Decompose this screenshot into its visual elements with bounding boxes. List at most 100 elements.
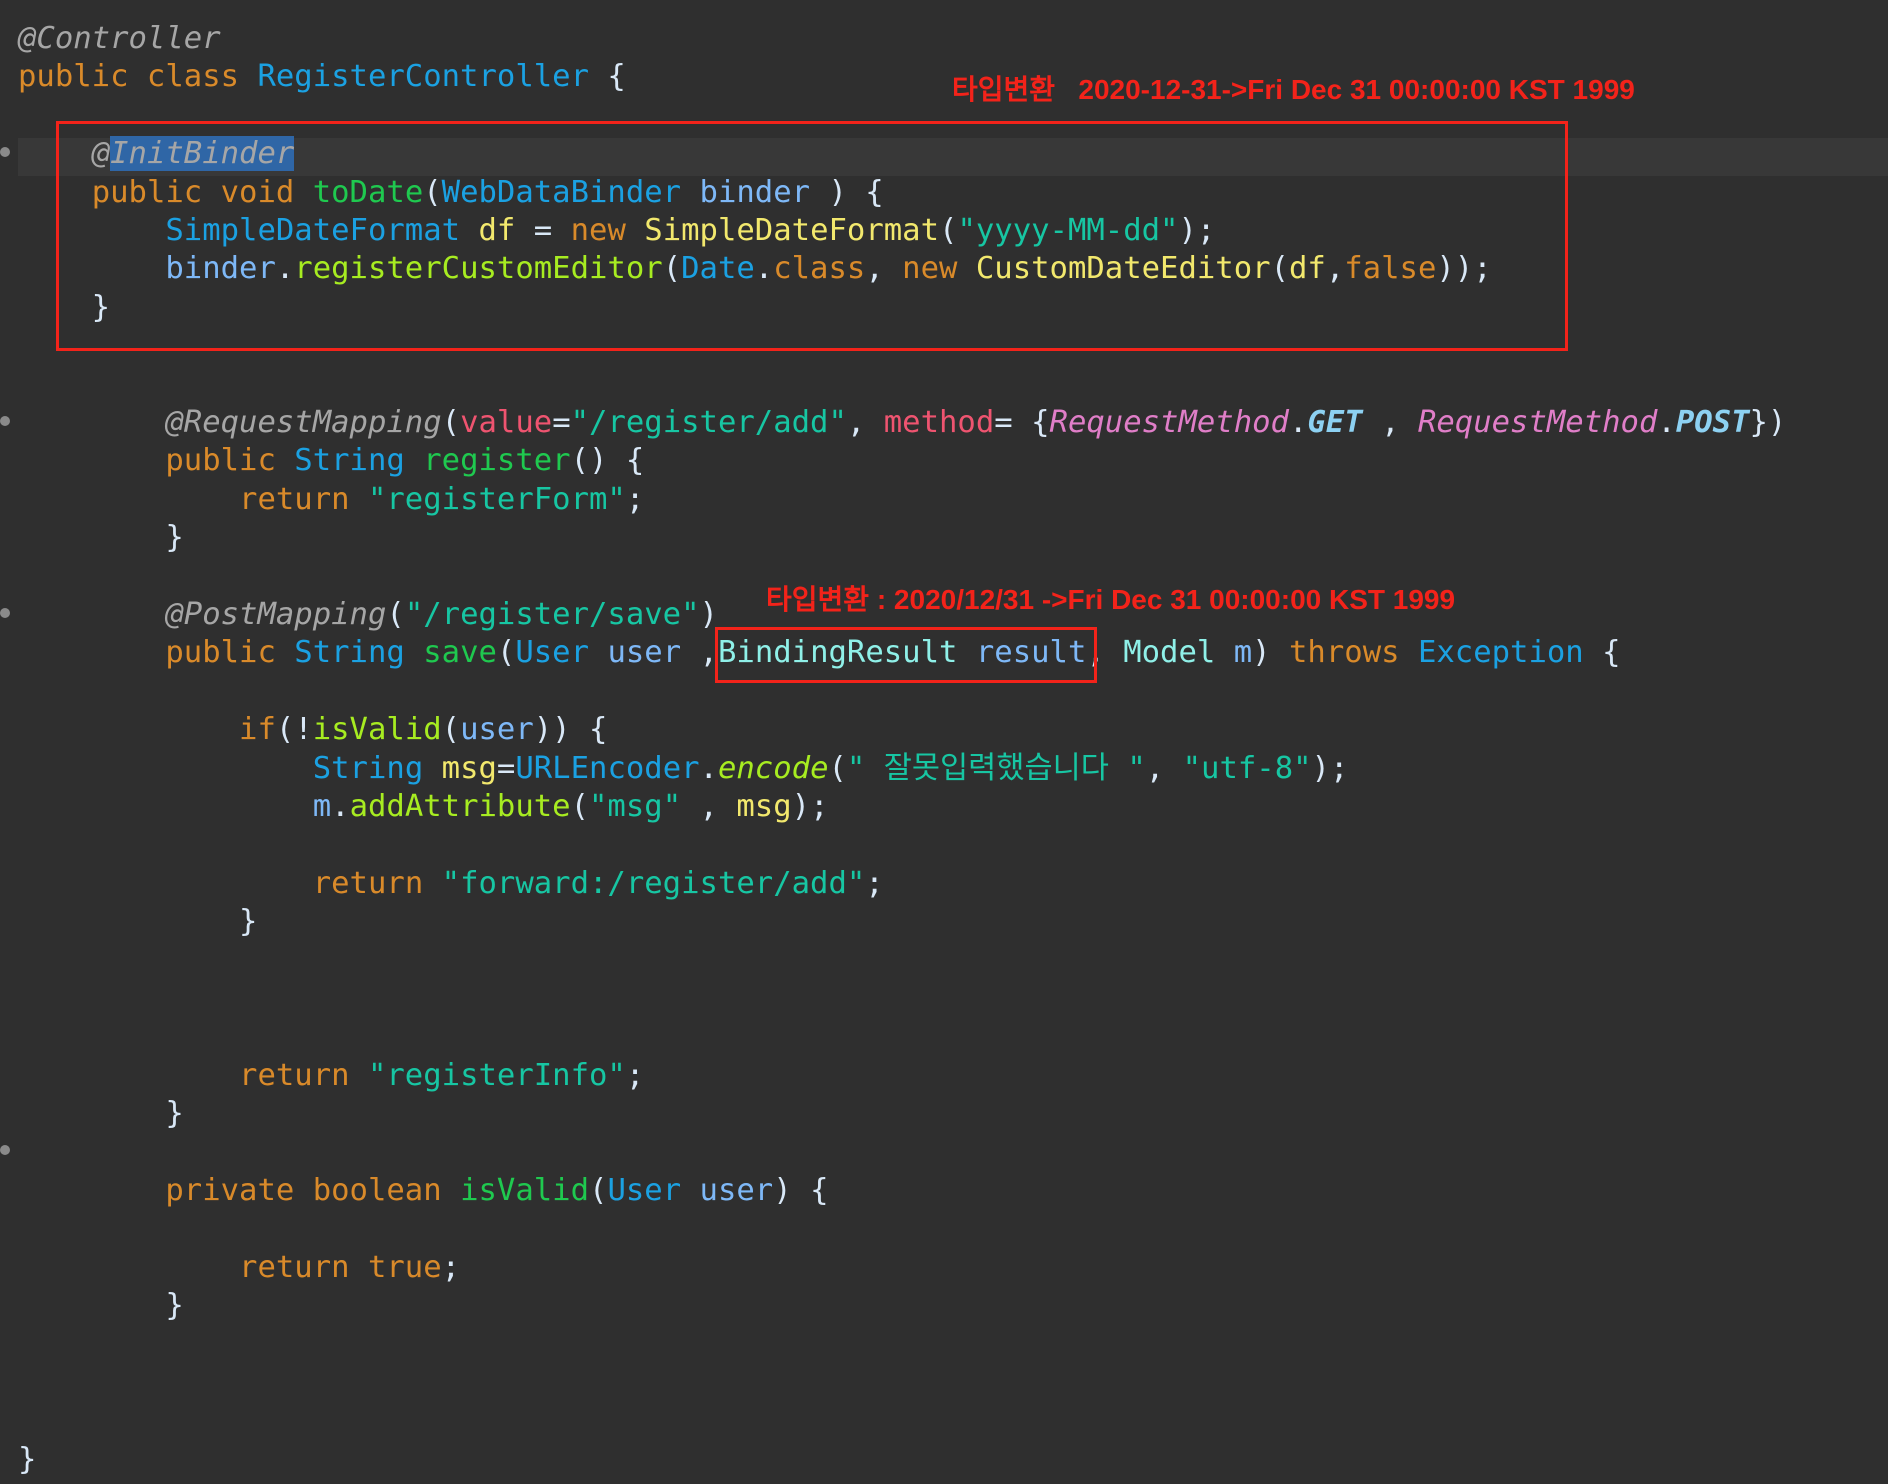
code-line[interactable]: return true; — [18, 1249, 460, 1287]
code-token: User — [515, 635, 590, 671]
code-token: ( — [589, 1173, 608, 1208]
code-token: "registerInfo" — [367, 1057, 626, 1093]
code-token: , — [681, 789, 737, 824]
code-token: User — [607, 1173, 682, 1208]
code-token: RequestMethod — [1417, 405, 1658, 440]
code-line[interactable]: } — [18, 1287, 184, 1325]
code-token: ( — [570, 789, 590, 824]
code-line[interactable]: return "registerInfo"; — [18, 1057, 644, 1095]
code-token: ; — [441, 1249, 461, 1285]
code-token: ( — [441, 712, 461, 748]
code-token: save — [423, 635, 497, 671]
code-token: isValid — [460, 1173, 590, 1208]
code-token: GET — [1307, 405, 1363, 440]
code-editor[interactable]: @Controller public class RegisterControll… — [0, 0, 1888, 1484]
code-token: @PostMapping — [165, 597, 387, 632]
code-token: "registerForm" — [367, 481, 626, 517]
code-line[interactable]: @Controller — [18, 20, 221, 58]
code-token: , — [1145, 750, 1183, 786]
code-token: String — [294, 443, 405, 479]
code-token: ) — [1252, 635, 1290, 671]
code-line[interactable]: return "forward:/register/add"; — [18, 865, 884, 903]
code-token: msg — [441, 750, 497, 786]
code-token: value — [460, 405, 553, 440]
code-token: "msg" — [589, 789, 682, 824]
code-line[interactable]: if(!isValid(user)) { — [18, 711, 607, 749]
code-token: ( — [386, 597, 405, 632]
code-token: . — [331, 789, 350, 824]
code-token: ( — [441, 405, 461, 440]
code-token: , — [846, 405, 884, 440]
code-token: RegisterController — [257, 59, 589, 95]
code-line[interactable]: return "registerForm"; — [18, 481, 644, 519]
code-line[interactable]: } — [18, 1441, 36, 1479]
code-token: "forward:/register/add" — [441, 865, 866, 901]
code-line[interactable]: @PostMapping("/register/save") — [18, 596, 718, 634]
code-token: ( — [496, 635, 516, 671]
code-token: user — [607, 635, 682, 671]
code-token: . — [1288, 405, 1308, 440]
code-token: . — [699, 750, 718, 786]
code-line[interactable]: String msg=URLEncoder.encode(" 잘못입력했습니다 … — [18, 750, 1349, 788]
code-token: msg — [736, 789, 792, 824]
code-token: user — [460, 712, 534, 748]
code-token: } — [18, 1096, 184, 1132]
code-token: encode — [717, 750, 829, 786]
code-token: "utf-8" — [1182, 750, 1312, 786]
code-token: Model — [1123, 635, 1216, 671]
code-line[interactable]: } — [18, 519, 184, 557]
code-token: String — [294, 635, 405, 671]
code-token: , — [1362, 405, 1418, 440]
code-token: return true — [239, 1249, 442, 1285]
annotation-note-1: 타입변환 2020-12-31->Fri Dec 31 00:00:00 KST… — [952, 74, 1635, 105]
code-token: "/register/add" — [570, 405, 847, 440]
fold-marker-icon[interactable] — [0, 147, 10, 157]
annotation-note-2: 타입변환 : 2020/12/31 ->Fri Dec 31 00:00:00 … — [766, 584, 1456, 615]
code-token: @RequestMapping — [165, 405, 442, 440]
code-token: public class — [18, 59, 258, 95]
fold-marker-icon[interactable] — [0, 416, 10, 426]
code-token: Exception — [1417, 635, 1584, 671]
code-token: ); — [1311, 750, 1349, 786]
code-token: "/register/save" — [404, 597, 700, 632]
code-token: if — [239, 712, 276, 748]
code-line[interactable]: public class RegisterController { — [18, 58, 626, 96]
code-token: method — [883, 405, 995, 440]
code-line[interactable]: @RequestMapping(value="/register/add", m… — [18, 404, 1786, 442]
code-token: m — [312, 789, 332, 824]
code-token: } — [18, 1288, 184, 1324]
code-line[interactable]: public String register() { — [18, 442, 644, 480]
code-token: } — [18, 520, 184, 556]
code-token: ; — [625, 1057, 645, 1093]
code-token: (! — [275, 712, 313, 748]
code-line[interactable]: } — [18, 1095, 184, 1133]
code-token: ); — [791, 789, 829, 824]
fold-marker-icon[interactable] — [0, 608, 10, 618]
code-line[interactable]: private boolean isValid(User user) { — [18, 1172, 829, 1210]
code-token: ) { — [773, 1173, 829, 1208]
code-token: } — [18, 904, 258, 940]
code-token: )) { — [533, 712, 608, 748]
code-line[interactable]: } — [18, 903, 257, 941]
code-token: , — [681, 635, 718, 671]
code-token: return — [239, 1057, 368, 1093]
code-token: POST — [1675, 405, 1750, 440]
code-line[interactable]: m.addAttribute("msg" , msg); — [18, 788, 829, 826]
code-token: String — [312, 750, 424, 786]
code-token: RequestMethod — [1049, 405, 1289, 440]
code-token: private boolean — [165, 1173, 461, 1208]
code-token: = — [552, 405, 571, 440]
fold-marker-icon[interactable] — [0, 1145, 10, 1155]
